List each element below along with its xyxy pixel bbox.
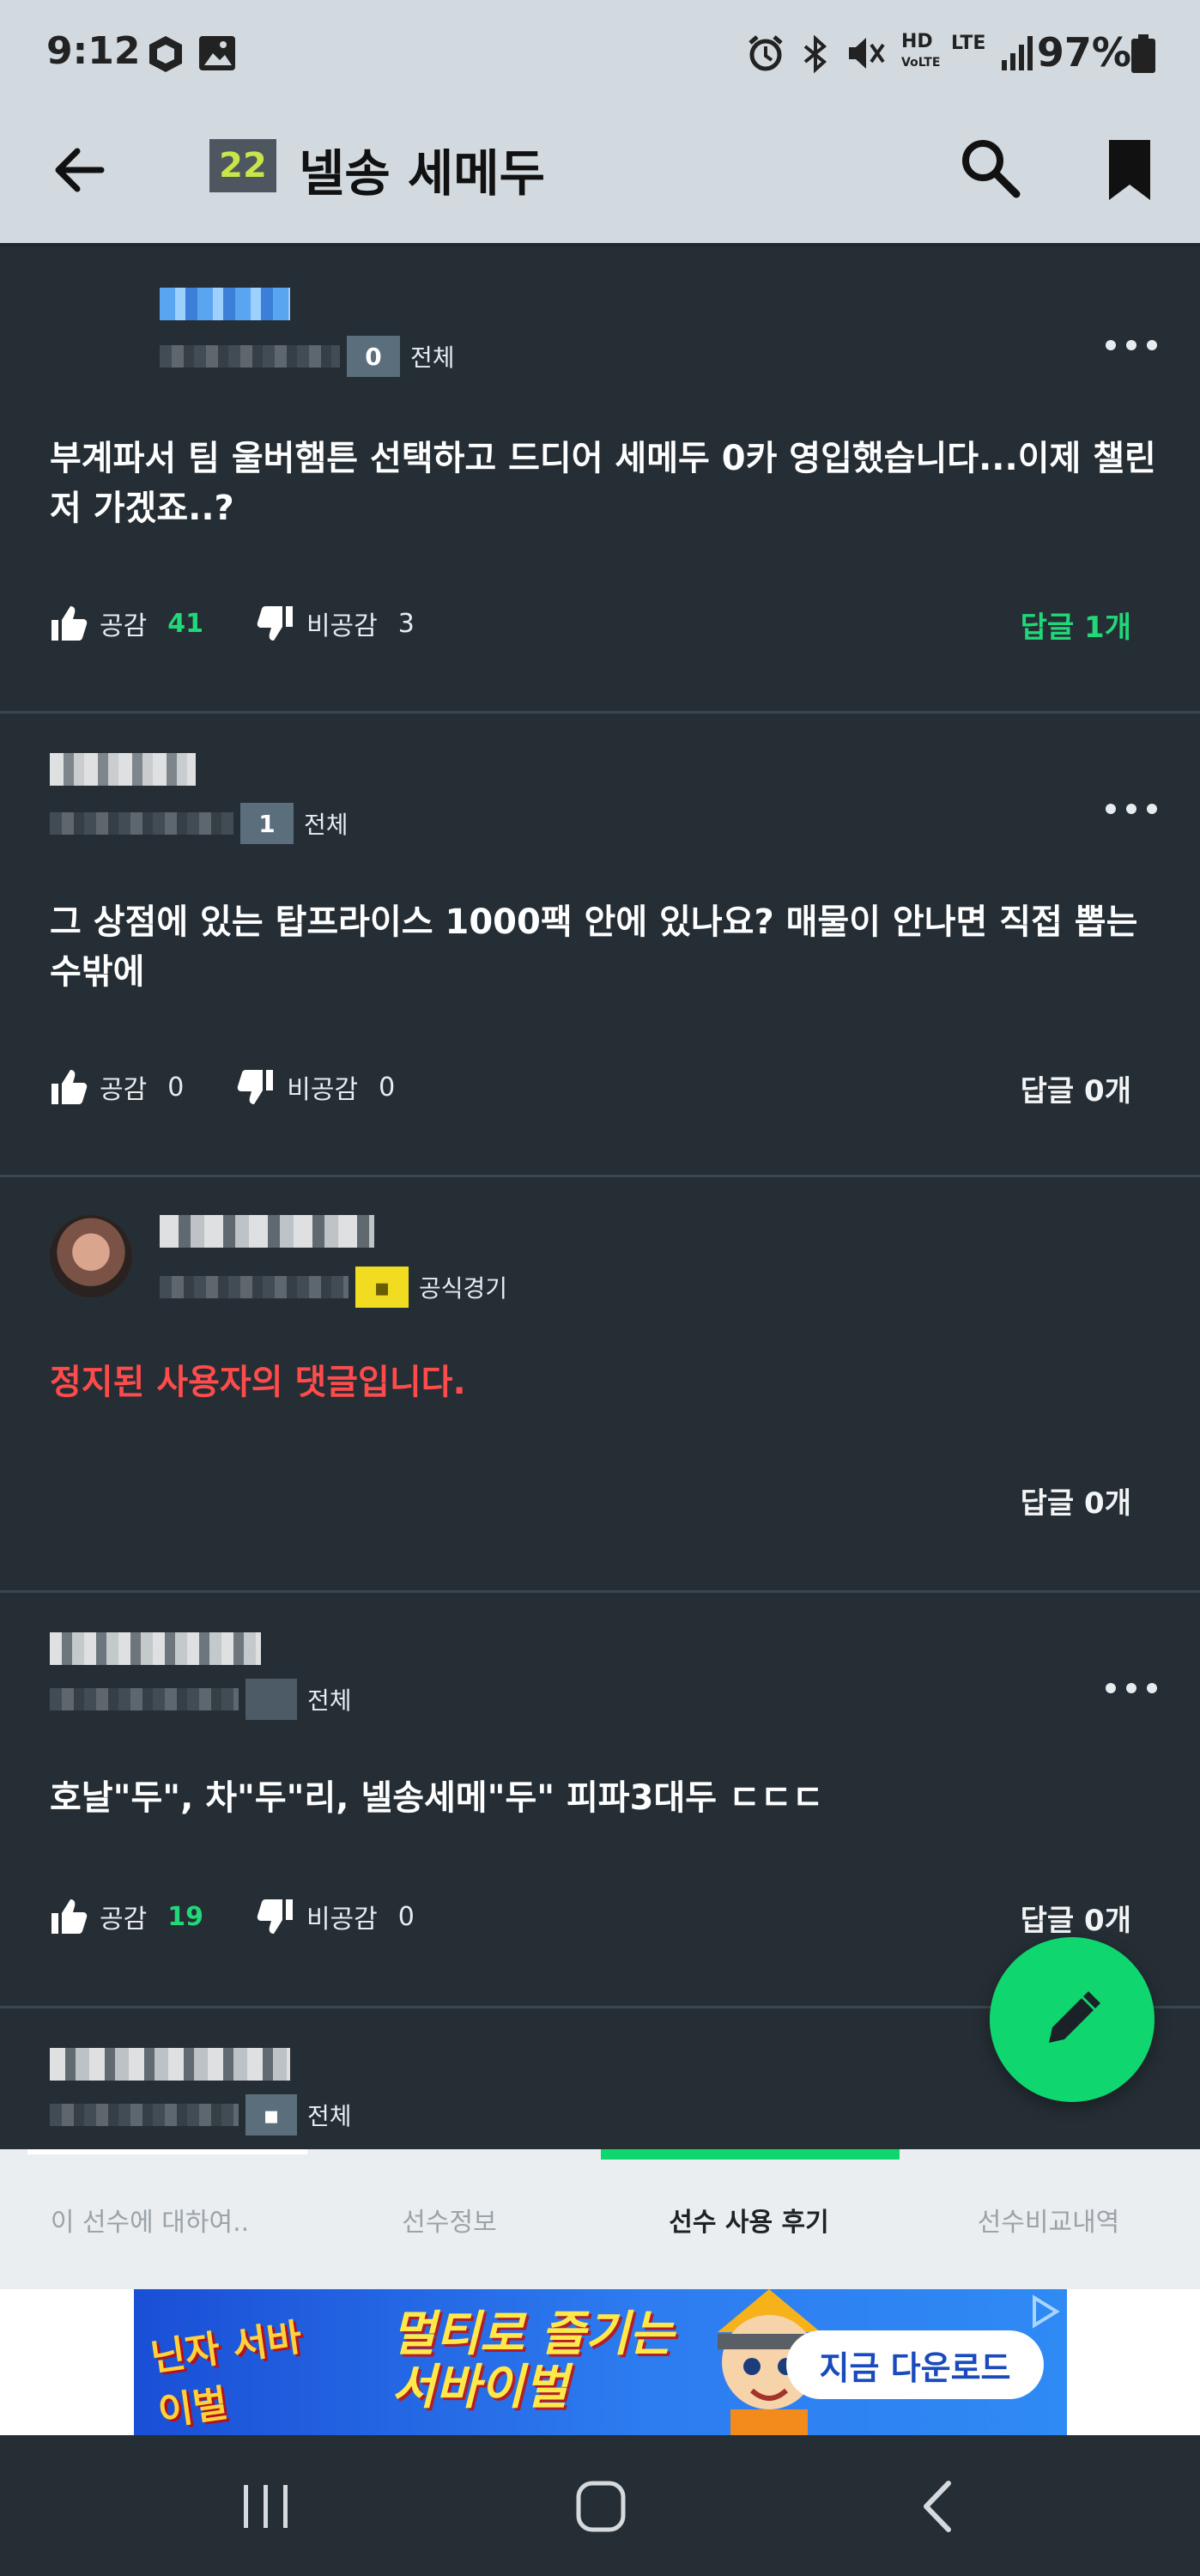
bluetooth-icon xyxy=(803,34,827,74)
battery-percent: 97% xyxy=(1036,29,1131,76)
suspended-comment-notice: 정지된 사용자의 댓글입니다. xyxy=(50,1363,466,1402)
comment-text: 호날"두", 차"두"리, 넬송세메"두" 피파3대두 ㄷㄷㄷ xyxy=(50,1778,824,1818)
write-comment-button[interactable] xyxy=(990,1937,1155,2102)
comment-item: 0 전체 부계파서 팀 울버햄튼 선택하고 드디어 세메두 0카 영입했습니다.… xyxy=(0,250,1200,714)
battery-icon xyxy=(1131,34,1155,73)
author-name-blurred xyxy=(50,753,196,786)
like-count: 19 xyxy=(167,1901,203,1932)
ad-choices-icon[interactable] xyxy=(1027,2294,1062,2329)
thumbs-up-icon xyxy=(52,606,88,641)
avatar[interactable] xyxy=(50,1215,132,1297)
status-time: 9:12 xyxy=(46,29,141,73)
comment-item: 1 전체 그 상점에 있는 탑프라이스 1000팩 안에 있나요? 매물이 안나… xyxy=(0,714,1200,1177)
comment-category: 전체 xyxy=(304,811,348,839)
thumbs-up-icon xyxy=(52,1899,88,1934)
cube-app-icon xyxy=(149,36,182,72)
like-count: 0 xyxy=(167,1072,185,1103)
replies-link[interactable]: 답글 0개 xyxy=(1021,1067,1131,1109)
level-badge: ▪ xyxy=(245,2094,297,2136)
more-options-icon[interactable] xyxy=(1106,332,1157,358)
author-meta: 전체 xyxy=(50,1679,352,1720)
ad-banner-area: 닌자 서바이벌 멀티로 즐기는 서바이벌 지금 다운로드 xyxy=(0,2289,1200,2435)
page-title: 넬송 세메두 xyxy=(299,144,545,203)
replies-link[interactable]: 답글 0개 xyxy=(1021,1897,1131,1939)
dislike-count: 0 xyxy=(379,1072,396,1103)
thumbs-up-icon xyxy=(52,1070,88,1104)
like-button[interactable]: 공감 41 xyxy=(50,605,203,642)
dislike-button[interactable]: 비공감 0 xyxy=(237,1068,395,1106)
level-badge xyxy=(245,1679,297,1720)
alarm-icon xyxy=(748,35,783,71)
home-icon[interactable] xyxy=(567,2476,635,2537)
tab-player-reviews[interactable]: 선수 사용 후기 xyxy=(599,2149,899,2289)
author-name-blurred xyxy=(160,1215,374,1248)
ad-slogan: 멀티로 즐기는 서바이벌 xyxy=(391,2306,674,2415)
tab-about-player[interactable]: 이 선수에 대하여.. xyxy=(0,2149,300,2289)
level-badge: 1 xyxy=(240,803,294,844)
app-bar: 22 넬송 세메두 xyxy=(0,107,1200,246)
recent-apps-icon[interactable] xyxy=(232,2476,300,2537)
replies-link[interactable]: 답글 1개 xyxy=(1021,604,1131,646)
dislike-count: 3 xyxy=(397,608,415,639)
replies-link[interactable]: 답글 0개 xyxy=(1021,1479,1131,1522)
comment-category: 공식경기 xyxy=(419,1274,508,1303)
author-meta: 1 전체 xyxy=(50,803,348,844)
author-meta: ▪ 공식경기 xyxy=(160,1267,507,1308)
comment-category: 전체 xyxy=(410,343,455,372)
pencil-icon xyxy=(1049,1991,1100,2043)
thumbs-down-icon xyxy=(257,606,293,641)
comment-text: 그 상점에 있는 탑프라이스 1000팩 안에 있나요? 매물이 안나면 직접 … xyxy=(50,902,1138,992)
hd-voice-indicator: HD VoLTE xyxy=(901,31,941,70)
comment-actions: 공감 41 비공감 3 xyxy=(50,602,468,645)
ad-banner[interactable]: 닌자 서바이벌 멀티로 즐기는 서바이벌 지금 다운로드 xyxy=(134,2289,1067,2435)
tab-bar: 이 선수에 대하여.. 선수정보 선수 사용 후기 선수비교내역 xyxy=(0,2149,1200,2289)
more-options-icon[interactable] xyxy=(1106,796,1157,822)
search-icon[interactable] xyxy=(957,135,1022,200)
like-button[interactable]: 공감 19 xyxy=(50,1898,203,1935)
author-name-blurred xyxy=(50,2048,290,2081)
author-meta-blurred xyxy=(50,812,233,835)
dislike-button[interactable]: 비공감 0 xyxy=(257,1898,415,1935)
author-name-blurred xyxy=(160,288,290,320)
dislike-count: 0 xyxy=(397,1901,415,1932)
author-meta-blurred xyxy=(160,1276,348,1298)
comment-category: 전체 xyxy=(307,2102,352,2130)
tab-player-info[interactable]: 선수정보 xyxy=(300,2149,599,2289)
ad-download-button[interactable]: 지금 다운로드 xyxy=(786,2330,1044,2399)
ad-game-logo: 닌자 서바이벌 xyxy=(148,2315,305,2435)
comment-category: 전체 xyxy=(307,1686,352,1715)
author-meta: ▪ 전체 xyxy=(50,2094,352,2136)
tab-player-compare[interactable]: 선수비교내역 xyxy=(899,2149,1198,2289)
like-button[interactable]: 공감 0 xyxy=(50,1068,184,1106)
thumbs-down-icon xyxy=(238,1070,274,1104)
status-bar: 9:12 HD VoLTE LTE 97% xyxy=(0,0,1200,107)
more-options-icon[interactable] xyxy=(1106,1675,1157,1701)
comment-item: ▪ 공식경기 정지된 사용자의 댓글입니다. 답글 0개 xyxy=(0,1177,1200,1593)
like-count: 41 xyxy=(167,608,203,639)
overall-rating-badge: 22 xyxy=(209,139,276,192)
dislike-button[interactable]: 비공감 3 xyxy=(257,605,415,642)
gallery-icon xyxy=(199,36,235,70)
comment-text: 부계파서 팀 울버햄튼 선택하고 드디어 세메두 0카 영입했습니다...이제 … xyxy=(50,439,1156,528)
thumbs-down-icon xyxy=(257,1899,293,1934)
author-meta-blurred xyxy=(160,345,340,368)
comment-item: 전체 호날"두", 차"두"리, 넬송세메"두" 피파3대두 ㄷㄷㄷ 공감 19… xyxy=(0,1593,1200,2008)
author-meta-blurred xyxy=(50,2104,239,2126)
back-nav-icon[interactable] xyxy=(906,2476,974,2537)
comment-actions: 공감 19 비공감 0 xyxy=(50,1895,468,1938)
bookmark-icon[interactable] xyxy=(1104,138,1155,202)
level-badge: 0 xyxy=(347,336,400,377)
level-badge: ▪ xyxy=(355,1267,409,1308)
back-arrow-icon[interactable] xyxy=(50,140,110,200)
signal-icon xyxy=(1002,36,1033,70)
author-meta-blurred xyxy=(50,1688,239,1710)
author-meta: 0 전체 xyxy=(160,336,455,377)
system-nav-bar xyxy=(0,2435,1200,2576)
mute-icon xyxy=(849,38,885,69)
network-type: LTE xyxy=(951,33,986,54)
comment-actions: 공감 0 비공감 0 xyxy=(50,1066,448,1109)
author-name-blurred xyxy=(50,1632,261,1665)
